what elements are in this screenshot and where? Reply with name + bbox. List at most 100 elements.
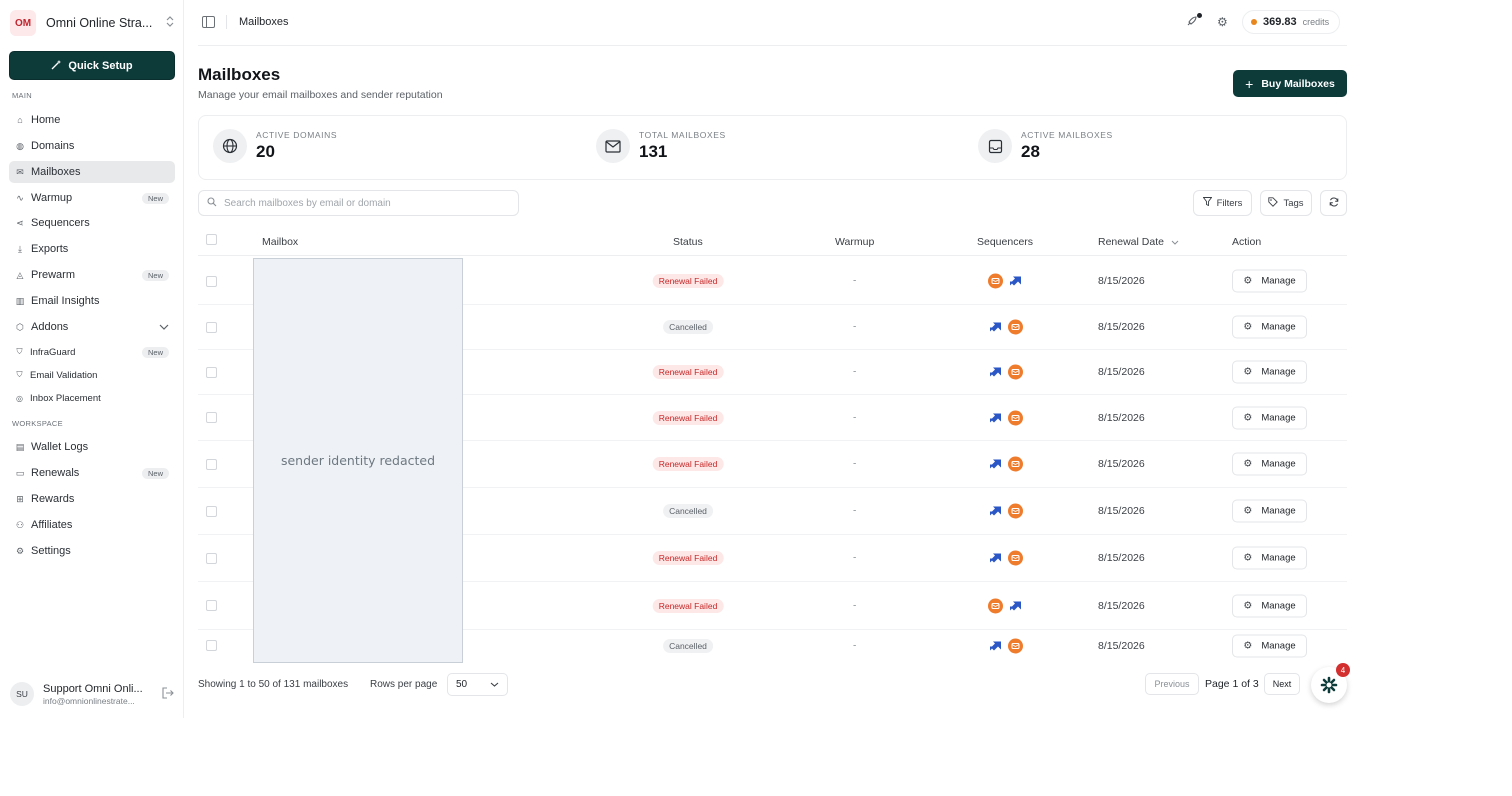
workspace-switcher[interactable]: OM Omni Online Stra...	[10, 10, 176, 36]
row-checkbox[interactable]	[206, 640, 217, 651]
sidebar-item-home[interactable]: ⌂ Home	[9, 109, 175, 131]
row-checkbox[interactable]	[206, 600, 217, 611]
status-badge: Renewal Failed	[652, 274, 724, 288]
search-input[interactable]	[224, 197, 504, 209]
manage-button[interactable]: ⚙ Manage	[1232, 634, 1307, 658]
sidebar-item-rewards[interactable]: ⊞ Rewards	[9, 488, 175, 510]
warmup-value: -	[853, 552, 857, 564]
gear-icon: ⚙	[15, 545, 25, 556]
rows-per-page-select[interactable]: 50	[447, 673, 508, 696]
sequencer-icons	[988, 638, 1023, 654]
previous-page-button[interactable]: Previous	[1145, 673, 1199, 695]
column-warmup[interactable]: Warmup	[835, 236, 874, 248]
column-renewal-date[interactable]: Renewal Date	[1098, 236, 1179, 248]
manage-label: Manage	[1261, 275, 1296, 287]
sidebar-item-domains[interactable]: ◍ Domains	[9, 135, 175, 157]
sidebar-item-wallet-logs[interactable]: ▤ Wallet Logs	[9, 436, 175, 458]
manage-button[interactable]: ⚙ Manage	[1232, 546, 1307, 570]
row-checkbox[interactable]	[206, 552, 217, 564]
status-badge: Renewal Failed	[652, 410, 724, 425]
search-field[interactable]	[198, 190, 519, 216]
column-sequencers[interactable]: Sequencers	[977, 236, 1033, 248]
user-name: Support Omni Onli...	[43, 682, 143, 695]
flame-icon: ◬	[16, 269, 24, 280]
user-email: info@omnionlinestrate...	[43, 695, 135, 706]
credits-value: 369.83	[1263, 16, 1297, 28]
chevron-down-icon	[1171, 236, 1179, 248]
filters-button[interactable]: Filters	[1193, 190, 1252, 216]
row-checkbox[interactable]	[206, 321, 217, 333]
manage-button[interactable]: ⚙ Manage	[1232, 452, 1307, 476]
row-checkbox[interactable]	[206, 366, 217, 378]
shield-check-icon: ⛉	[16, 370, 23, 379]
instantly-logo-icon	[1008, 456, 1023, 472]
manage-button[interactable]: ⚙ Manage	[1232, 360, 1307, 384]
divider	[226, 15, 227, 29]
breadcrumb: Mailboxes	[239, 16, 289, 28]
instantly-logo-icon	[1008, 503, 1023, 519]
manage-label: Manage	[1261, 640, 1296, 652]
sidebar-item-warmup[interactable]: ∿ Warmup New	[9, 187, 175, 209]
row-checkbox[interactable]	[206, 412, 217, 423]
sequencer-icons	[988, 598, 1023, 613]
pagination-summary: Showing 1 to 50 of 131 mailboxes	[198, 679, 349, 690]
new-badge: New	[141, 192, 169, 204]
sidebar-item-email-validation[interactable]: ⛉ Email Validation	[9, 366, 175, 384]
quick-setup-button[interactable]: Quick Setup	[9, 51, 175, 80]
sidebar-item-email-insights[interactable]: ▥ Email Insights	[9, 290, 175, 312]
buy-mailboxes-button[interactable]: + Buy Mailboxes	[1233, 70, 1347, 97]
sidebar-item-affiliates[interactable]: ⚇ Affiliates	[9, 514, 175, 536]
gear-icon[interactable]: ⚙	[1217, 15, 1231, 29]
credits-balance[interactable]: 369.83 credits	[1242, 10, 1341, 34]
chevron-down-icon	[159, 321, 169, 333]
tags-button[interactable]: Tags	[1260, 190, 1312, 216]
filter-icon	[1202, 197, 1212, 209]
sidebar-item-infraguard[interactable]: ⛉ InfraGuard New	[9, 343, 175, 361]
instantly-logo-icon	[1008, 638, 1023, 654]
users-icon: ⚇	[15, 519, 25, 530]
sidebar-item-mailboxes[interactable]: ✉ Mailboxes	[9, 161, 175, 183]
sidebar-item-inbox-placement[interactable]: ◎ Inbox Placement	[9, 389, 175, 407]
warmup-value: -	[853, 505, 857, 517]
sidebar-item-label: Exports	[31, 243, 69, 255]
sidebar-item-settings[interactable]: ⚙ Settings	[9, 540, 175, 562]
column-status[interactable]: Status	[673, 236, 703, 248]
chevron-down-icon	[490, 679, 499, 690]
sidebar-item-label: Home	[31, 114, 61, 126]
stat-total-mailboxes: TOTAL MAILBOXES 131	[596, 129, 726, 163]
row-checkbox[interactable]	[206, 458, 217, 470]
row-checkbox[interactable]	[206, 505, 217, 517]
user-menu[interactable]: SU Support Omni Onli... info@omnionlines…	[10, 680, 176, 708]
mail-icon: ✉	[16, 166, 24, 177]
next-page-button[interactable]: Next	[1264, 673, 1300, 695]
row-checkbox[interactable]	[206, 275, 217, 287]
stat-value: 131	[639, 142, 668, 161]
manage-button[interactable]: ⚙ Manage	[1232, 406, 1307, 429]
manage-button[interactable]: ⚙ Manage	[1232, 499, 1307, 523]
sequencer-icons	[988, 550, 1023, 566]
column-action: Action	[1232, 236, 1262, 248]
sidebar-item-label: Wallet Logs	[31, 441, 89, 453]
shield-icon: ⛉	[16, 347, 23, 356]
status-badge: Cancelled	[663, 639, 713, 653]
select-all-checkbox[interactable]	[206, 234, 217, 245]
sidebar-item-renewals[interactable]: ▭ Renewals New	[9, 462, 175, 484]
renewal-date: 8/15/2026	[1098, 366, 1145, 378]
sidebar-item-prewarm[interactable]: ◬ Prewarm New	[9, 264, 175, 286]
status-badge: Cancelled	[663, 504, 713, 518]
refresh-button[interactable]	[1320, 190, 1347, 216]
logout-icon[interactable]	[162, 686, 176, 702]
sidebar-item-addons[interactable]: ⬡ Addons	[9, 316, 175, 338]
column-mailbox[interactable]: Mailbox	[262, 236, 298, 248]
manage-button[interactable]: ⚙ Manage	[1232, 269, 1307, 293]
manage-button[interactable]: ⚙ Manage	[1232, 315, 1307, 339]
gear-icon: ⚙	[1243, 366, 1253, 378]
sidebar-item-exports[interactable]: ⤓ Exports	[9, 238, 175, 260]
warmup-value: -	[853, 640, 857, 652]
sidebar-toggle-icon[interactable]	[202, 16, 215, 28]
table-header: Mailbox Status Warmup Sequencers Renewal…	[198, 228, 1347, 256]
stat-active-mailboxes: ACTIVE MAILBOXES 28	[978, 129, 1113, 163]
sidebar-item-sequencers[interactable]: ⋖ Sequencers	[9, 212, 175, 234]
manage-button[interactable]: ⚙ Manage	[1232, 594, 1307, 617]
sidebar-item-label: Affiliates	[31, 519, 73, 531]
